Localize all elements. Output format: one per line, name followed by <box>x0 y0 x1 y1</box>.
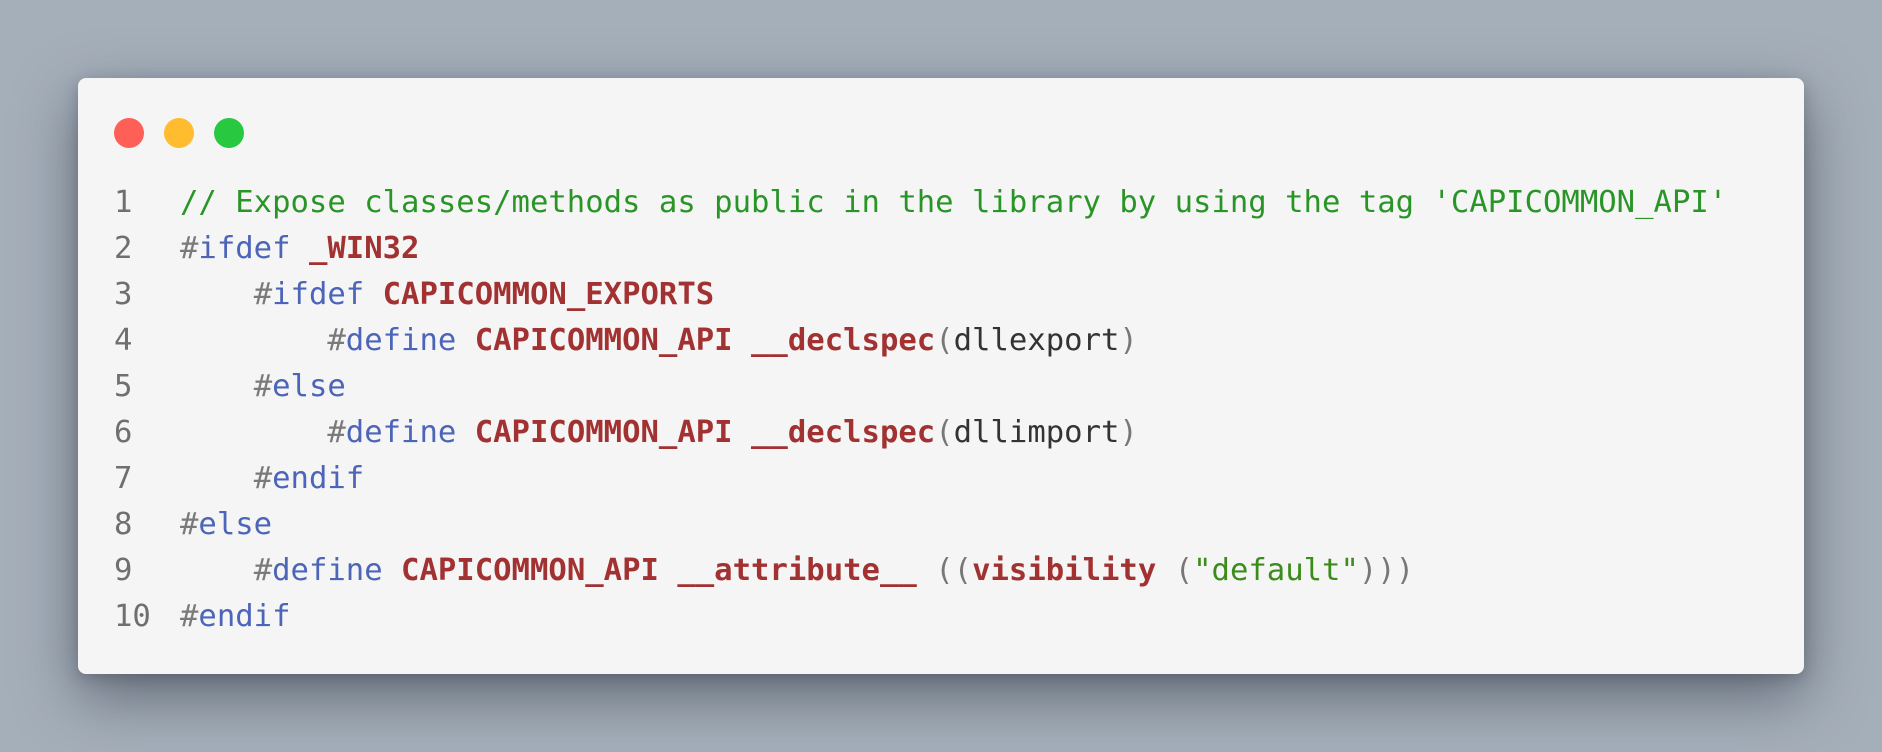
code-token-hash: # <box>327 415 346 450</box>
line-number: 2 <box>114 231 133 266</box>
code-line: 9 #define CAPICOMMON_API __attribute__ (… <box>114 548 1727 594</box>
code-token-macro: __declspec <box>751 415 936 450</box>
code-token-directive: else <box>198 507 273 542</box>
line-number: 7 <box>114 461 133 496</box>
line-number: 8 <box>114 507 133 542</box>
code-line: 10 #endif <box>114 594 1727 640</box>
code-line: 2 #ifdef _WIN32 <box>114 226 1727 272</box>
code-token-comment: // Expose classes/methods as public in t… <box>180 185 1728 220</box>
code-token-macro: CAPICOMMON_API <box>401 553 659 588</box>
code-token-macro: _WIN32 <box>308 231 420 266</box>
code-token-plain: dllexport <box>953 323 1120 358</box>
line-number: 6 <box>114 415 133 450</box>
code-token-punct: (( <box>935 553 973 588</box>
code-token-hash: # <box>253 369 273 404</box>
code-token-directive: else <box>272 369 346 404</box>
code-token-macro: CAPICOMMON_EXPORTS <box>382 277 715 312</box>
code-token-string: "default" <box>1193 553 1359 588</box>
code-token-punct: ( <box>1174 553 1194 588</box>
code-token-directive: define <box>345 323 457 358</box>
code-token-hash: # <box>180 507 199 542</box>
code-token-macro: CAPICOMMON_API <box>474 323 733 358</box>
code-token-macro: visibility <box>972 553 1157 588</box>
code-token-hash: # <box>253 277 273 312</box>
code-token-directive: define <box>272 553 383 588</box>
close-button[interactable] <box>114 118 144 148</box>
code-token-hash: # <box>327 323 346 358</box>
code-token-directive: define <box>345 415 457 450</box>
line-number: 1 <box>114 185 133 220</box>
code-line: 1 // Expose classes/methods as public in … <box>114 180 1727 226</box>
code-token-hash: # <box>180 599 199 634</box>
code-token-punct: ) <box>1119 415 1138 450</box>
line-number: 4 <box>114 323 133 358</box>
code-token-directive: ifdef <box>272 277 365 312</box>
code-window: 1 // Expose classes/methods as public in … <box>78 78 1804 674</box>
minimize-button[interactable] <box>164 118 194 148</box>
code-token-punct: ( <box>935 415 954 450</box>
code-line: 4 #define CAPICOMMON_API __declspec(dlle… <box>114 318 1727 364</box>
line-number: 10 <box>114 599 151 634</box>
code-token-hash: # <box>253 553 273 588</box>
code-token-hash: # <box>180 231 199 266</box>
line-number: 3 <box>114 277 133 312</box>
code-token-macro: CAPICOMMON_API <box>474 415 733 450</box>
code-token-punct: ))) <box>1358 553 1415 588</box>
code-block: 1 // Expose classes/methods as public in … <box>114 180 1727 640</box>
code-line: 6 #define CAPICOMMON_API __declspec(dlli… <box>114 410 1727 456</box>
code-line: 3 #ifdef CAPICOMMON_EXPORTS <box>114 272 1727 318</box>
line-number: 5 <box>114 369 133 404</box>
code-token-punct: ) <box>1119 323 1138 358</box>
code-line: 5 #else <box>114 364 1727 410</box>
code-token-directive: endif <box>198 599 291 634</box>
code-token-macro: __declspec <box>751 323 936 358</box>
maximize-button[interactable] <box>214 118 244 148</box>
code-token-plain: dllimport <box>953 415 1120 450</box>
code-token-directive: ifdef <box>198 231 291 266</box>
code-token-directive: endif <box>272 461 365 496</box>
code-line: 7 #endif <box>114 456 1727 502</box>
line-number: 9 <box>114 553 133 588</box>
code-token-macro: __attribute__ <box>677 553 917 588</box>
code-token-punct: ( <box>935 323 954 358</box>
code-token-hash: # <box>253 461 273 496</box>
code-line: 8 #else <box>114 502 1727 548</box>
window-controls <box>114 118 244 148</box>
